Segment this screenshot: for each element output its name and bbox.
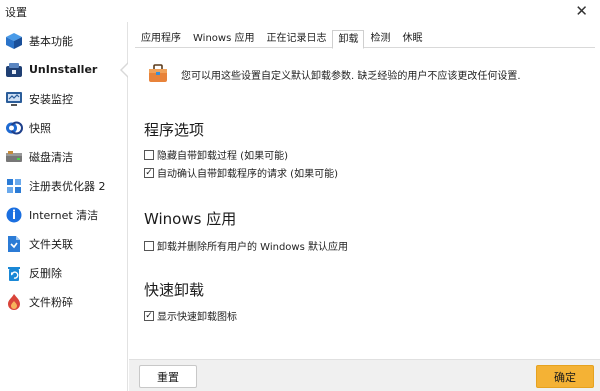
sidebar-item-label: 反删除 bbox=[29, 266, 62, 280]
sidebar-item-snapshot[interactable]: 快照 bbox=[0, 113, 128, 142]
shredder-icon bbox=[5, 293, 23, 311]
briefcase-icon bbox=[147, 62, 169, 87]
sidebar-item-registry-optimizer[interactable]: 注册表优化器 2 bbox=[0, 171, 128, 200]
option-label: 显示快速卸载图标 bbox=[157, 312, 237, 323]
sidebar-item-label: UnInstaller bbox=[29, 63, 98, 76]
option-auto-confirm[interactable]: ✓ 自动确认自带卸载程序的请求 (如果可能) bbox=[144, 165, 338, 180]
option-label: 自动确认自带卸载程序的请求 (如果可能) bbox=[157, 169, 338, 180]
bottom-bar: 重置 确定 bbox=[129, 359, 600, 391]
section-title-quick-uninstall: 快速卸载 bbox=[144, 281, 205, 299]
sidebar-item-label: 安装监控 bbox=[29, 92, 73, 106]
sidebar-item-install-monitor[interactable]: 安装监控 bbox=[0, 84, 128, 113]
settings-panel: 应用程序 Winows 应用 正在记录日志 卸载 检测 休眠 您可以用这些设置自… bbox=[129, 22, 600, 359]
window-title: 设置 bbox=[5, 6, 27, 19]
info-text: 您可以用这些设置自定义默认卸载参数. 缺乏经验的用户不应该更改任何设置. bbox=[181, 71, 521, 82]
tab-windows-apps[interactable]: Winows 应用 bbox=[187, 30, 260, 48]
tab-applications[interactable]: 应用程序 bbox=[135, 30, 187, 48]
tab-hibernate[interactable]: 休眠 bbox=[396, 30, 428, 48]
sidebar-item-label: Internet 清洁 bbox=[29, 208, 99, 222]
sidebar-item-disk-clean[interactable]: 磁盘清洁 bbox=[0, 142, 128, 171]
ok-button[interactable]: 确定 bbox=[536, 365, 594, 388]
sidebar-item-uninstaller[interactable]: UnInstaller bbox=[0, 55, 129, 84]
sidebar-item-basic[interactable]: 基本功能 bbox=[0, 26, 128, 55]
registry-icon bbox=[5, 177, 23, 195]
section-title-windows-apps: Winows 应用 bbox=[144, 210, 237, 228]
snapshot-icon bbox=[5, 119, 23, 137]
sidebar: 基本功能 UnInstaller 安装监控 快照 磁盘清洁 注册表优化器 2 I… bbox=[0, 22, 129, 391]
checkbox[interactable] bbox=[144, 240, 154, 251]
sidebar-item-label: 磁盘清洁 bbox=[29, 150, 73, 164]
sidebar-item-label: 注册表优化器 2 bbox=[29, 179, 106, 193]
undelete-icon bbox=[5, 264, 23, 282]
option-label: 卸载并删除所有用户的 Windows 默认应用 bbox=[157, 242, 348, 253]
reset-button[interactable]: 重置 bbox=[139, 365, 197, 388]
sidebar-item-label: 文件关联 bbox=[29, 237, 73, 251]
option-hide-builtin-uninstall[interactable]: 隐藏自带卸载过程 (如果可能) bbox=[144, 147, 288, 162]
file-link-icon bbox=[5, 235, 23, 253]
sidebar-item-label: 基本功能 bbox=[29, 34, 73, 48]
tab-logging[interactable]: 正在记录日志 bbox=[260, 30, 332, 48]
info-banner: 您可以用这些设置自定义默认卸载参数. 缺乏经验的用户不应该更改任何设置. bbox=[147, 62, 521, 87]
monitor-icon bbox=[5, 90, 23, 108]
checkbox-checked[interactable]: ✓ bbox=[144, 310, 154, 321]
internet-icon bbox=[5, 206, 23, 224]
option-label: 隐藏自带卸载过程 (如果可能) bbox=[157, 151, 288, 162]
sidebar-item-label: 文件粉碎 bbox=[29, 295, 73, 309]
cube-icon bbox=[5, 32, 23, 50]
tab-bar: 应用程序 Winows 应用 正在记录日志 卸载 检测 休眠 bbox=[135, 30, 595, 49]
close-icon[interactable]: ✕ bbox=[575, 2, 588, 20]
sidebar-item-file-association[interactable]: 文件关联 bbox=[0, 229, 128, 258]
sidebar-item-file-shredder[interactable]: 文件粉碎 bbox=[0, 287, 128, 316]
sidebar-item-undelete[interactable]: 反删除 bbox=[0, 258, 128, 287]
checkbox-checked[interactable]: ✓ bbox=[144, 167, 154, 178]
tab-uninstall[interactable]: 卸载 bbox=[332, 30, 365, 49]
option-show-quick-uninstall-icon[interactable]: ✓ 显示快速卸载图标 bbox=[144, 308, 237, 323]
sidebar-item-internet-clean[interactable]: Internet 清洁 bbox=[0, 200, 128, 229]
uninstaller-icon bbox=[5, 61, 23, 79]
section-title-program-options: 程序选项 bbox=[144, 121, 205, 139]
tab-detection[interactable]: 检测 bbox=[364, 30, 396, 48]
sidebar-item-label: 快照 bbox=[29, 121, 51, 135]
title-bar: 设置 ✕ bbox=[0, 0, 600, 22]
checkbox[interactable] bbox=[144, 149, 154, 160]
option-remove-default-apps[interactable]: 卸载并删除所有用户的 Windows 默认应用 bbox=[144, 238, 348, 253]
active-indicator-fill bbox=[122, 63, 129, 77]
disk-icon bbox=[5, 148, 23, 166]
